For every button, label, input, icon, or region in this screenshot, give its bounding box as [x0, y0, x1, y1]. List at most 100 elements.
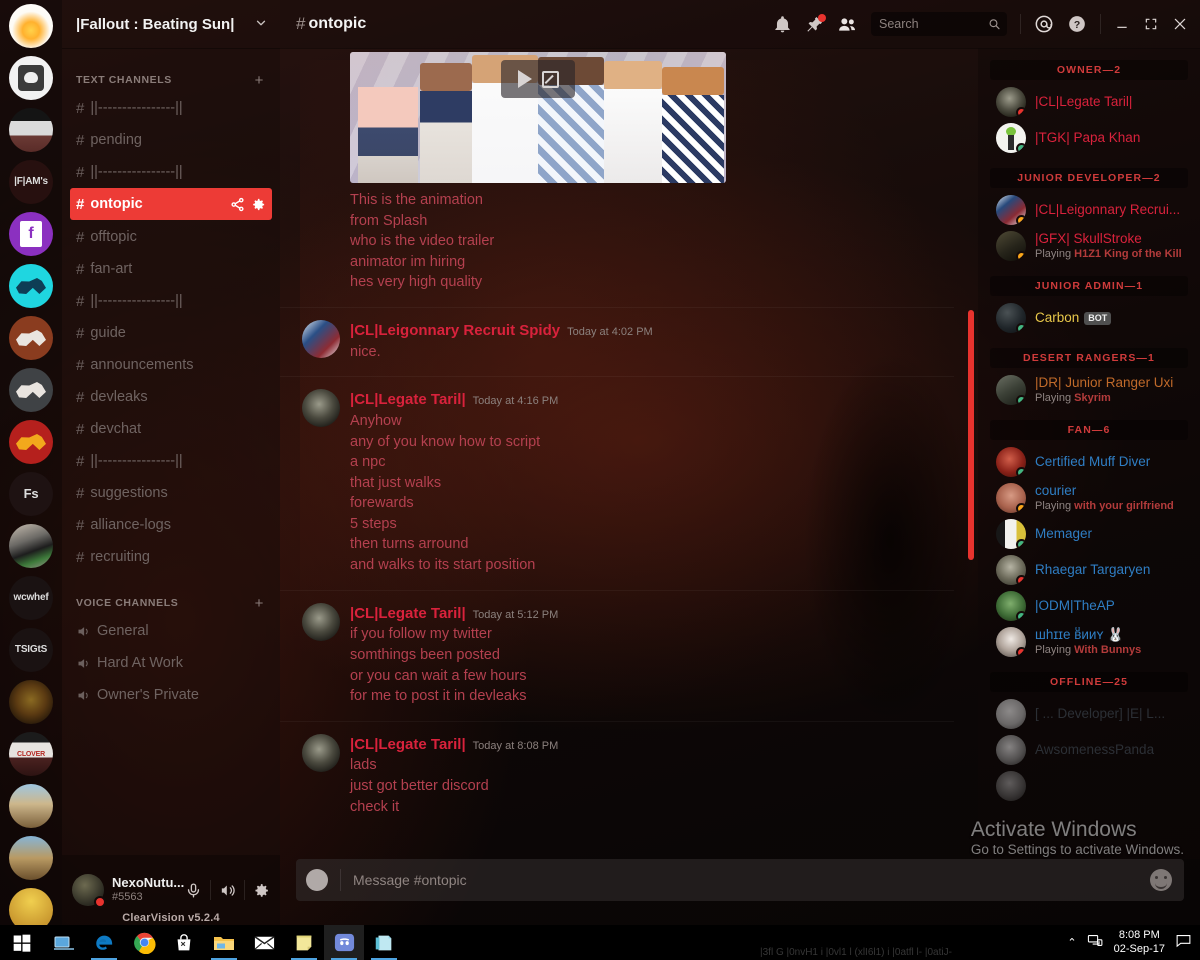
channel-item-alliance-logs[interactable]: # alliance-logs	[70, 509, 272, 541]
task-view-icon[interactable]	[44, 925, 84, 960]
store-icon[interactable]	[164, 925, 204, 960]
mention-icon[interactable]	[1034, 14, 1054, 34]
avatar[interactable]	[996, 735, 1026, 765]
guild-partial[interactable]	[9, 888, 53, 925]
emoji-icon[interactable]	[1150, 869, 1172, 891]
guild-runner[interactable]	[9, 784, 53, 828]
guild-grey-horse[interactable]	[9, 368, 53, 412]
avatar[interactable]	[996, 447, 1026, 477]
channel-item[interactable]: # ||----------------||	[70, 445, 272, 477]
member-list[interactable]: OWNER—2 |CL|Legate Taril| |TGK| Papa Kha…	[978, 48, 1200, 859]
avatar[interactable]	[996, 555, 1026, 585]
file-explorer-icon[interactable]	[204, 925, 244, 960]
attach-plus-icon[interactable]: plus-icon	[306, 869, 328, 891]
sticky-notes-icon[interactable]	[284, 925, 324, 960]
guild-wcwhef[interactable]: wcwhef	[9, 576, 53, 620]
avatar[interactable]	[996, 231, 1026, 261]
member-row[interactable]: |TGK| Papa Khan	[978, 120, 1200, 156]
microphone-icon[interactable]	[185, 882, 202, 899]
member-row[interactable]: |CL|Leigonnary Recrui...	[978, 192, 1200, 228]
channel-item-offtopic[interactable]: # offtopic	[70, 221, 272, 253]
member-row[interactable]	[978, 768, 1200, 804]
clock[interactable]: 8:08 PM 02-Sep-17	[1114, 929, 1165, 957]
system-tray[interactable]: ⌃ 8:08 PM 02-Sep-17	[1067, 925, 1200, 960]
avatar[interactable]	[996, 375, 1026, 405]
channel-item-fan-art[interactable]: # fan-art	[70, 253, 272, 285]
windows-taskbar[interactable]: |3fl G |0nvH1 i |0vl1 l (xlI6l1) i |0atf…	[0, 925, 1200, 960]
channel-item-devchat[interactable]: # devchat	[70, 413, 272, 445]
add-text-channel-icon[interactable]: +	[255, 72, 264, 89]
guild-fs[interactable]: Fs	[9, 472, 53, 516]
member-row[interactable]: AwsomenessPanda	[978, 732, 1200, 768]
member-row[interactable]: |GFX| SkullStroke Playing H1Z1 King of t…	[978, 228, 1200, 264]
channel-item[interactable]: # ||----------------||	[70, 92, 272, 124]
chrome-icon[interactable]	[124, 925, 164, 960]
avatar[interactable]	[996, 627, 1026, 657]
pin-icon[interactable]	[805, 13, 826, 34]
message-list[interactable]: This is the animation from Splash who is…	[280, 48, 978, 859]
headphones-icon[interactable]	[219, 882, 236, 899]
avatar[interactable]	[996, 87, 1026, 117]
guild-red-horse[interactable]	[9, 420, 53, 464]
tray-chevron-icon[interactable]: ⌃	[1067, 936, 1076, 949]
windows-start-icon[interactable]	[0, 933, 44, 953]
guild-rail[interactable]: |F|AM's f Fs wcwhef TSIGtS CLOVER	[0, 0, 62, 925]
guild-emblem[interactable]	[9, 680, 53, 724]
member-row[interactable]: Carbon BOT	[978, 300, 1200, 336]
voice-channel-item-general[interactable]: General	[70, 615, 272, 647]
avatar[interactable]	[996, 195, 1026, 225]
member-row[interactable]: |DR| Junior Ranger Uxi Playing Skyrim	[978, 372, 1200, 408]
voice-channel-item-owners-private[interactable]: Owner's Private	[70, 679, 272, 711]
channel-item-pending[interactable]: # pending	[70, 124, 272, 156]
avatar[interactable]	[996, 591, 1026, 621]
server-header[interactable]: |Fallout : Beating Sun|	[62, 0, 280, 48]
guild-mater[interactable]	[9, 836, 53, 880]
message-scrollbar[interactable]	[968, 310, 974, 560]
channel-item-guide[interactable]: # guide	[70, 317, 272, 349]
network-icon[interactable]	[1087, 932, 1104, 954]
avatar[interactable]	[996, 483, 1026, 513]
member-row[interactable]: |ODM|TheAP	[978, 588, 1200, 624]
avatar[interactable]	[302, 733, 340, 772]
search-input[interactable]	[879, 17, 989, 31]
channel-item-recruiting[interactable]: # recruiting	[70, 541, 272, 573]
voice-channel-item-hard-at-work[interactable]: Hard At Work	[70, 647, 272, 679]
guild-gun[interactable]	[9, 524, 53, 568]
play-button[interactable]	[501, 60, 575, 98]
member-row[interactable]: Certified Muff Diver	[978, 444, 1200, 480]
avatar[interactable]	[996, 303, 1026, 333]
chevron-down-icon[interactable]	[254, 16, 268, 33]
guild-stripe[interactable]	[9, 108, 53, 152]
guild-clover[interactable]: CLOVER	[9, 732, 53, 776]
member-row[interactable]: шһɪɪe ʙͩииʏ 🐰 Playing With Bunnys	[978, 624, 1200, 660]
channel-item-announcements[interactable]: # announcements	[70, 349, 272, 381]
guild-tsigts[interactable]: TSIGtS	[9, 628, 53, 672]
edge-icon[interactable]	[84, 925, 124, 960]
avatar[interactable]	[996, 699, 1026, 729]
channel-item[interactable]: # ||----------------||	[70, 156, 272, 188]
mail-icon[interactable]	[244, 925, 284, 960]
members-icon[interactable]	[837, 14, 858, 35]
message-author[interactable]: |CL|Legate Taril|	[350, 736, 466, 755]
guild-fam[interactable]: |F|AM's	[9, 160, 53, 204]
search-box[interactable]	[871, 12, 1007, 36]
invite-icon[interactable]	[230, 197, 245, 212]
close-button[interactable]	[1172, 16, 1188, 32]
member-row[interactable]: Memager	[978, 516, 1200, 552]
guild-skull[interactable]	[9, 56, 53, 100]
onenote-icon[interactable]	[364, 925, 404, 960]
maximize-button[interactable]	[1143, 16, 1159, 32]
channel-item-ontopic[interactable]: # ontopic	[70, 188, 272, 220]
guild-juice[interactable]	[9, 4, 53, 48]
channel-item[interactable]: # ||----------------||	[70, 285, 272, 317]
bell-icon[interactable]	[773, 15, 792, 34]
member-row[interactable]: courier Playing with your girlfriend	[978, 480, 1200, 516]
gear-icon[interactable]	[253, 882, 270, 899]
discord-icon[interactable]	[324, 925, 364, 960]
message-author[interactable]: |CL|Legate Taril|	[350, 605, 466, 624]
guild-cyan-horse[interactable]	[9, 264, 53, 308]
avatar[interactable]	[302, 602, 340, 641]
help-icon[interactable]: ?	[1067, 14, 1087, 34]
member-row[interactable]: |CL|Legate Taril|	[978, 84, 1200, 120]
avatar[interactable]	[302, 319, 340, 358]
